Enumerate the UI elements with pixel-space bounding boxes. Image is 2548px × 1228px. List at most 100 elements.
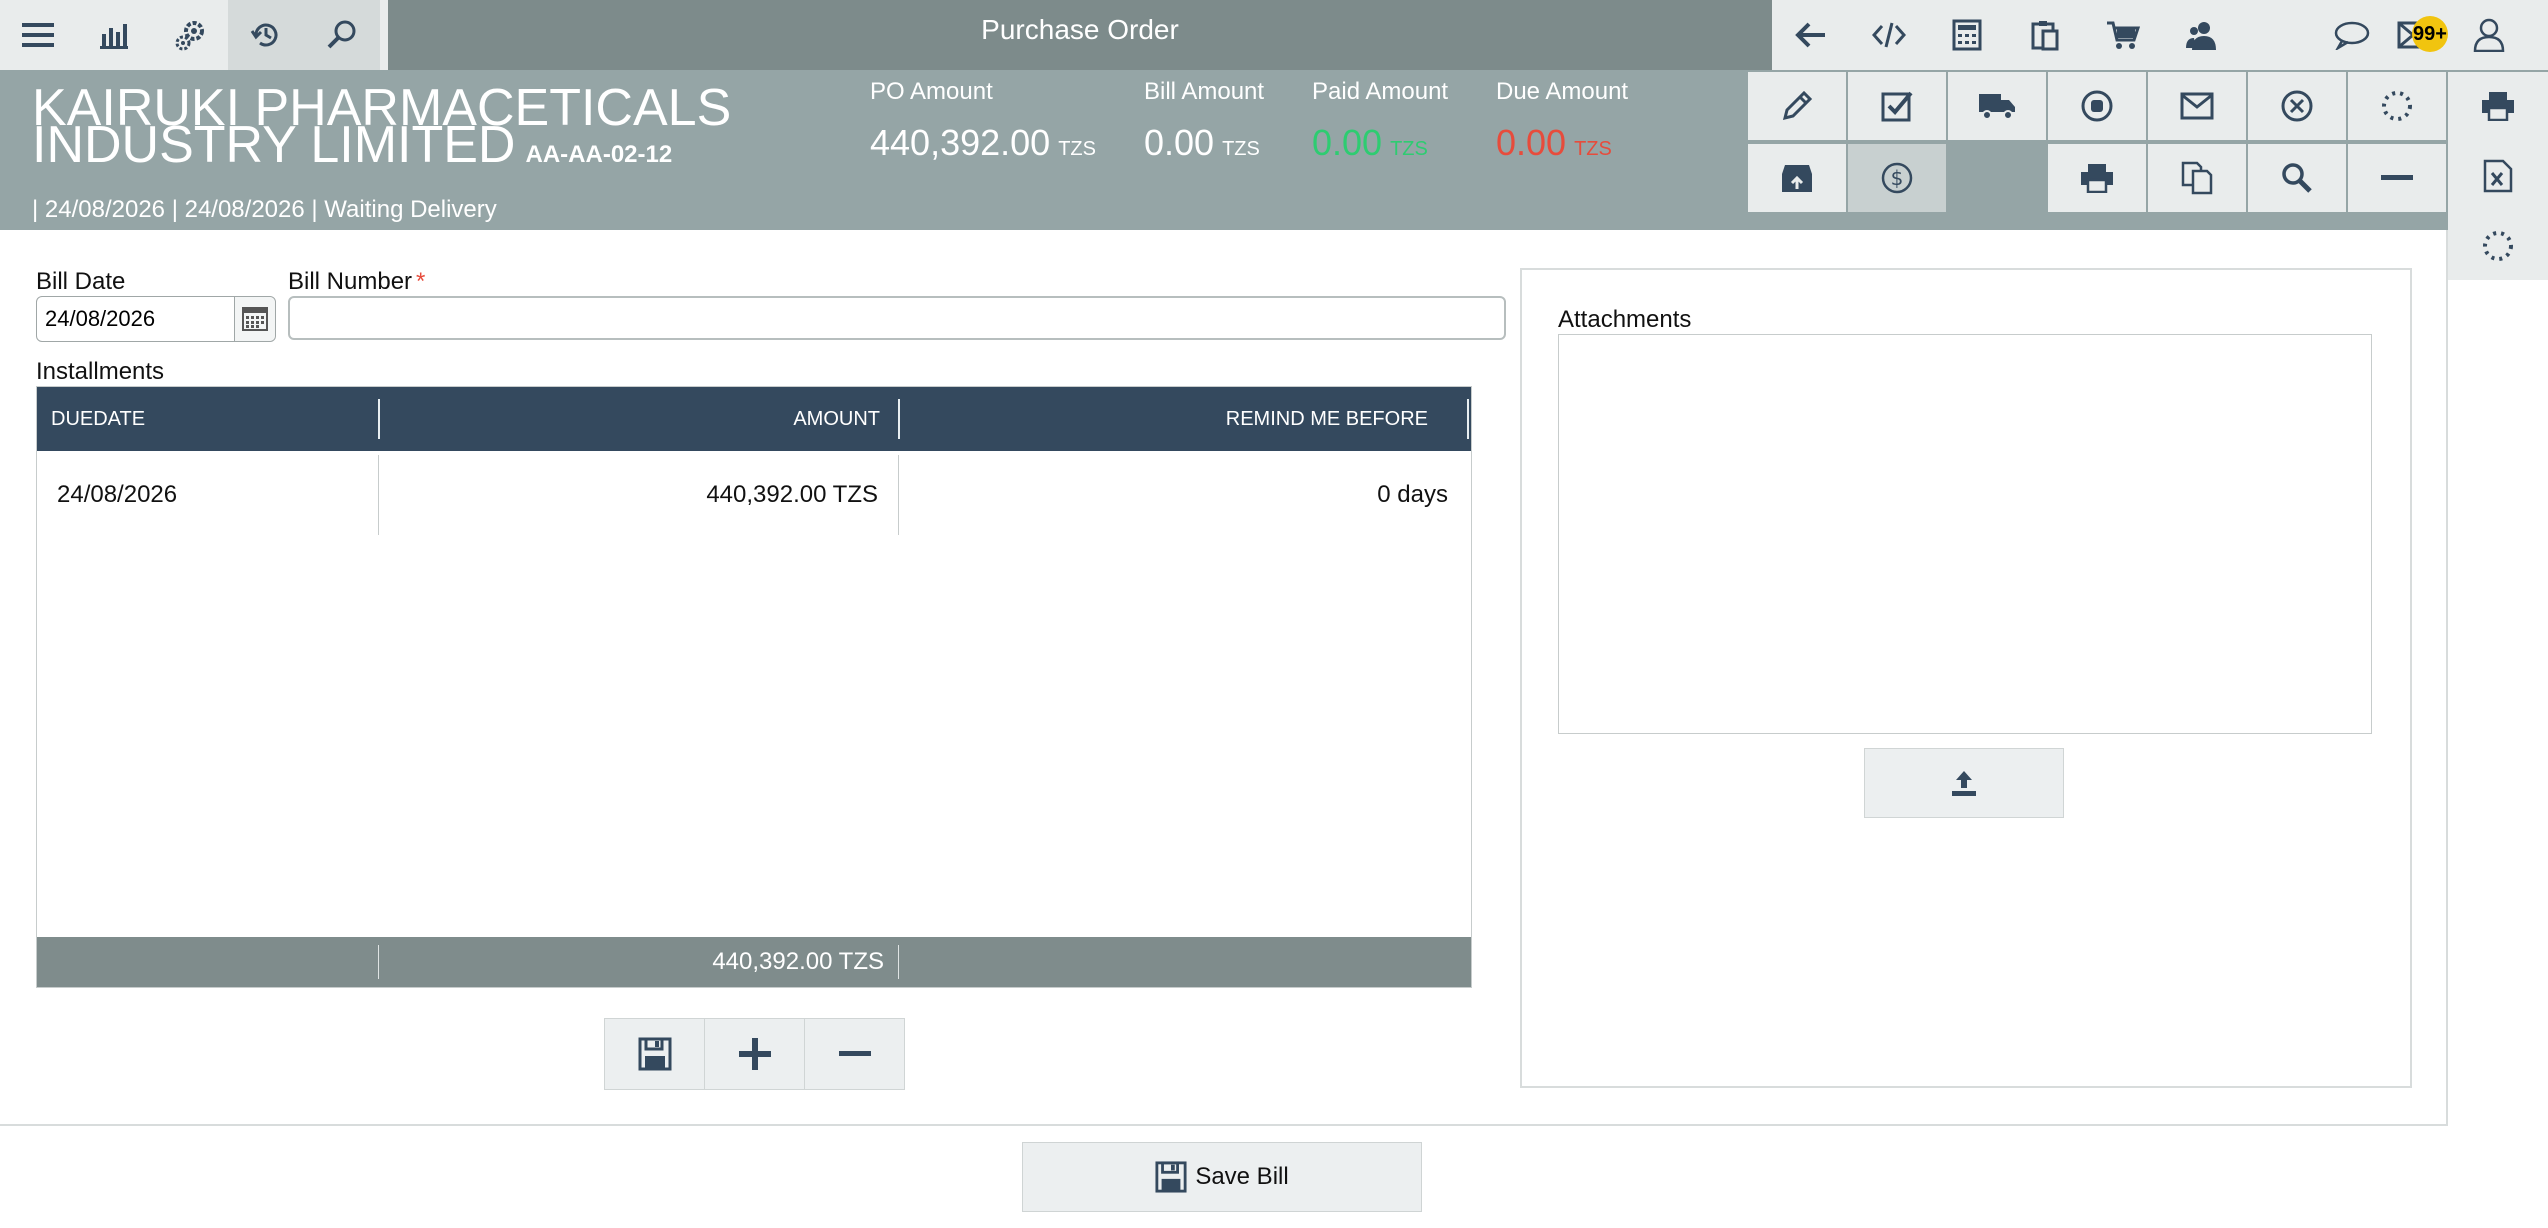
cart-button[interactable] xyxy=(2084,0,2162,70)
save-bill-button[interactable]: Save Bill xyxy=(1022,1142,1422,1212)
paid-amount-value: 0.00 TZS xyxy=(1312,122,1428,163)
side-processing-button[interactable] xyxy=(2448,212,2548,280)
bill-date-field xyxy=(36,296,276,342)
floppy-disk-icon xyxy=(638,1037,671,1071)
grid-toolbar xyxy=(604,1018,905,1090)
po-amount-value: 440,392.00 TZS xyxy=(870,122,1096,163)
copy-button[interactable] xyxy=(2148,144,2246,212)
footer-total-amount: 440,392.00 TZS xyxy=(712,948,884,975)
po-subline: | 24/08/2026 | 24/08/2026 | Waiting Deli… xyxy=(32,196,497,223)
profile-button[interactable] xyxy=(2454,0,2524,70)
truck-icon xyxy=(1979,94,2015,120)
spinner-icon xyxy=(2382,91,2412,121)
top-right-utility-bar xyxy=(2242,0,2548,70)
search-button[interactable] xyxy=(304,0,380,70)
attachments-label: Attachments xyxy=(1558,306,1692,333)
history-icon xyxy=(250,23,278,47)
calculator-icon xyxy=(1952,19,1982,51)
pencil-icon xyxy=(1782,90,1813,121)
bill-payment-button[interactable]: $ xyxy=(1848,144,1946,212)
find-button[interactable] xyxy=(2248,144,2346,212)
clipboard-button[interactable] xyxy=(2006,0,2084,70)
hamburger-icon xyxy=(22,23,54,47)
notification-badge[interactable]: 99+ xyxy=(2412,16,2448,52)
minus-icon xyxy=(2381,175,2413,180)
cell-amount[interactable]: 440,392.00 TZS xyxy=(380,455,878,535)
close-circle-icon xyxy=(2281,90,2313,122)
action-toolbar: $ xyxy=(1748,72,2448,212)
column-duedate[interactable]: DUEDATE xyxy=(51,387,145,451)
add-row-button[interactable] xyxy=(705,1019,805,1089)
code-icon xyxy=(1872,22,1906,48)
stop-button[interactable] xyxy=(2048,72,2146,140)
grid-footer: 440,392.00 TZS xyxy=(37,937,1471,987)
company-name-line2: INDUSTRY LIMITED AA-AA-02-12 xyxy=(32,119,672,181)
processing-button[interactable] xyxy=(2348,72,2446,140)
approve-button[interactable] xyxy=(1848,72,1946,140)
bill-date-label: Bill Date xyxy=(36,268,126,295)
user-icon xyxy=(2473,18,2505,52)
page-title: Purchase Order xyxy=(981,14,1179,45)
email-button[interactable] xyxy=(2148,72,2246,140)
attachments-dropzone[interactable] xyxy=(1558,334,2372,734)
remove-row-button[interactable] xyxy=(805,1019,904,1089)
menu-button[interactable] xyxy=(0,0,76,70)
code-button[interactable] xyxy=(1850,0,1928,70)
column-amount[interactable]: AMOUNT xyxy=(380,387,880,451)
cell-separator xyxy=(378,455,379,535)
company-name-text: INDUSTRY LIMITED xyxy=(32,116,516,174)
cart-icon xyxy=(2107,21,2140,49)
clipboard-icon xyxy=(2031,21,2059,51)
column-remind-me-before[interactable]: REMIND ME BEFORE xyxy=(900,387,1428,451)
magnifier-icon xyxy=(2282,163,2312,193)
side-action-column xyxy=(2448,72,2548,280)
users-button[interactable] xyxy=(2162,0,2240,70)
cancel-button[interactable] xyxy=(2248,72,2346,140)
checkbox-check-icon xyxy=(1881,91,1913,122)
po-code: AA-AA-02-12 xyxy=(525,141,673,168)
history-button[interactable] xyxy=(228,0,304,70)
dollar-circle-icon: $ xyxy=(1881,162,1913,194)
cell-duedate[interactable]: 24/08/2026 xyxy=(57,455,177,535)
collapse-button[interactable] xyxy=(2348,144,2446,212)
required-marker: * xyxy=(416,268,426,295)
bill-number-input[interactable] xyxy=(288,296,1506,340)
spinner-icon xyxy=(2483,231,2513,261)
due-amount-label: Due Amount xyxy=(1496,78,1629,105)
save-row-button[interactable] xyxy=(605,1019,705,1089)
grid-header: DUEDATE AMOUNT REMIND ME BEFORE xyxy=(37,387,1471,451)
gears-icon xyxy=(175,21,204,51)
printer-icon xyxy=(2482,92,2514,121)
bar-chart-icon xyxy=(100,24,128,49)
upload-button[interactable] xyxy=(1864,748,2064,818)
table-row[interactable]: 24/08/2026 440,392.00 TZS 0 days xyxy=(37,455,1471,535)
svg-text:$: $ xyxy=(1891,166,1904,190)
upload-icon xyxy=(1952,771,1976,796)
edit-button[interactable] xyxy=(1748,72,1846,140)
footer-separator xyxy=(378,945,379,979)
floppy-disk-icon xyxy=(1155,1161,1187,1193)
save-bill-label: Save Bill xyxy=(1195,1163,1289,1190)
printer-icon xyxy=(2081,164,2113,193)
cell-remind[interactable]: 0 days xyxy=(900,455,1448,535)
plus-icon xyxy=(738,1038,771,1070)
bill-date-input[interactable] xyxy=(43,297,237,341)
footer-separator xyxy=(898,945,899,979)
settings-button[interactable] xyxy=(152,0,228,70)
archive-upload-icon xyxy=(1782,165,1812,192)
reports-button[interactable] xyxy=(76,0,152,70)
excel-icon xyxy=(2483,159,2513,193)
due-amount-value: 0.00 TZS xyxy=(1496,122,1612,163)
archive-button[interactable] xyxy=(1748,144,1846,212)
column-separator[interactable] xyxy=(1467,399,1469,439)
excel-export-button[interactable] xyxy=(2448,142,2548,210)
calendar-button[interactable] xyxy=(234,297,275,341)
calculator-button[interactable] xyxy=(1928,0,2006,70)
stop-circle-icon xyxy=(2081,90,2113,122)
minus-icon xyxy=(838,1051,871,1056)
bill-amount-label: Bill Amount xyxy=(1144,78,1265,105)
side-print-button[interactable] xyxy=(2448,72,2548,140)
delivery-button[interactable] xyxy=(1948,72,2046,140)
back-button[interactable] xyxy=(1772,0,1850,70)
print-button[interactable] xyxy=(2048,144,2146,212)
